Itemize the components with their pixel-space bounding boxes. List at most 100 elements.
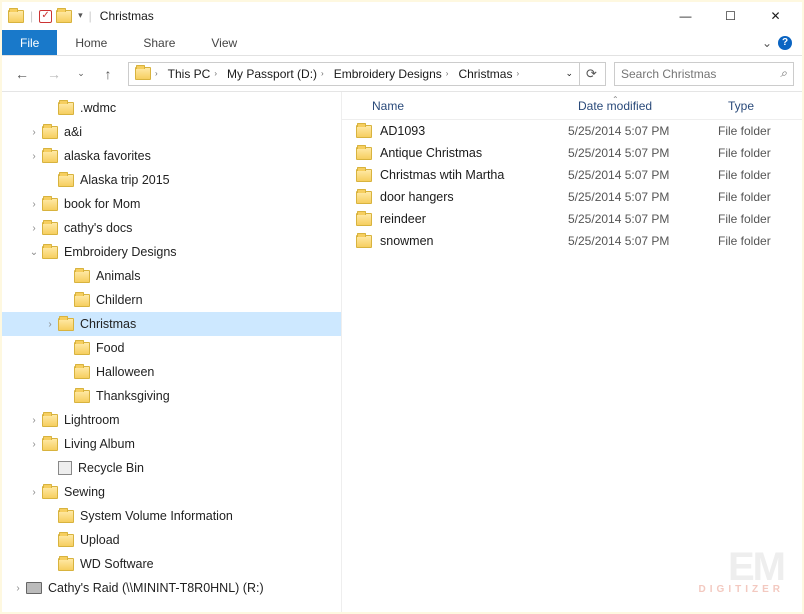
expander-icon[interactable]: › [26,151,42,162]
help-icon[interactable]: ? [778,36,792,50]
tree-item[interactable]: › Christmas [2,312,341,336]
search-box[interactable]: ⌕ [614,62,794,86]
address-dropdown-icon[interactable]: ⌄ [561,63,577,85]
tree-item-label: Animals [96,269,140,283]
ribbon-expand-icon[interactable]: ⌄ [762,36,772,50]
tree-item-label: Thanksgiving [96,389,170,403]
tree-item-label: Christmas [80,317,136,331]
separator: | [30,9,33,23]
tree-item[interactable]: Thanksgiving [2,384,341,408]
expander-icon[interactable]: › [26,487,42,498]
expander-icon[interactable]: › [42,319,58,330]
tab-view[interactable]: View [193,30,255,55]
file-date: 5/25/2014 5:07 PM [568,124,718,138]
tree-item-label: Sewing [64,485,105,499]
tree-item[interactable]: Food [2,336,341,360]
folder-icon [42,126,58,139]
breadcrumb[interactable]: My Passport (D:)› [223,63,328,85]
tree-item-label: System Volume Information [80,509,233,523]
file-row[interactable]: Antique Christmas5/25/2014 5:07 PMFile f… [342,142,802,164]
navigation-pane[interactable]: .wdmc ›a&i›alaska favorites Alaska trip 20… [2,92,342,612]
column-header-type[interactable]: Type [718,99,802,113]
quick-access-folder-icon[interactable] [56,10,72,23]
tree-item[interactable]: Alaska trip 2015 [2,168,341,192]
back-button[interactable]: ← [10,62,34,86]
folder-icon [356,213,372,226]
tree-item-label: book for Mom [64,197,140,211]
drive-icon [26,582,42,594]
file-date: 5/25/2014 5:07 PM [568,168,718,182]
expander-icon[interactable]: ⌄ [26,247,42,258]
tree-item[interactable]: › Sewing [2,480,341,504]
tree-item-label: Alaska trip 2015 [80,173,170,187]
up-button[interactable]: ↑ [96,62,120,86]
tree-item[interactable]: Animals [2,264,341,288]
tree-item[interactable]: › Lightroom [2,408,341,432]
history-dropdown[interactable]: ⌄ [74,62,88,86]
address-row: ← → ⌄ ↑ › This PC› My Passport (D:)› Emb… [2,56,802,92]
search-input[interactable] [621,67,780,81]
file-tab[interactable]: File [2,30,57,55]
file-date: 5/25/2014 5:07 PM [568,212,718,226]
file-list[interactable]: AD10935/25/2014 5:07 PMFile folderAntiqu… [342,120,802,612]
file-row[interactable]: reindeer5/25/2014 5:07 PMFile folder [342,208,802,230]
tree-item[interactable]: ›Cathy's Raid (\\MININT-T8R0HNL) (R:) [2,576,341,600]
column-header-name[interactable]: Name [342,99,568,113]
folder-icon [356,147,372,160]
folder-icon [58,510,74,523]
tree-item-label: WD Software [80,557,154,571]
file-row[interactable]: Christmas wtih Martha5/25/2014 5:07 PMFi… [342,164,802,186]
tab-share[interactable]: Share [125,30,193,55]
file-row[interactable]: door hangers5/25/2014 5:07 PMFile folder [342,186,802,208]
quick-access-properties-icon[interactable]: ✓ [39,10,52,23]
breadcrumb[interactable]: Embroidery Designs› [330,63,453,85]
file-row[interactable]: snowmen5/25/2014 5:07 PMFile folder [342,230,802,252]
expander-icon[interactable]: › [26,415,42,426]
tree-item[interactable]: Recycle Bin [2,456,341,480]
search-icon[interactable]: ⌕ [780,66,787,81]
tree-item[interactable]: › book for Mom [2,192,341,216]
expander-icon[interactable]: › [26,439,42,450]
tree-item[interactable]: ›alaska favorites [2,144,341,168]
folder-icon [42,414,58,427]
tree-item[interactable]: ›a&i [2,120,341,144]
expander-icon[interactable]: › [26,199,42,210]
tree-item[interactable]: Halloween [2,360,341,384]
folder-icon [42,198,58,211]
tree-item[interactable]: WD Software [2,552,341,576]
folder-icon [74,390,90,403]
expander-icon[interactable]: › [26,223,42,234]
tree-item[interactable]: System Volume Information [2,504,341,528]
folder-icon [42,150,58,163]
tree-item-label: Lightroom [64,413,120,427]
file-date: 5/25/2014 5:07 PM [568,146,718,160]
tree-item[interactable]: Childern [2,288,341,312]
tree-item[interactable]: ›cathy's docs [2,216,341,240]
file-name: reindeer [380,212,568,226]
file-type: File folder [718,212,802,226]
breadcrumb-root-icon[interactable]: › [131,63,162,85]
maximize-button[interactable]: ☐ [708,2,753,30]
tree-item[interactable]: .wdmc [2,96,341,120]
folder-icon [74,366,90,379]
tree-item-label: .wdmc [80,101,116,115]
file-row[interactable]: AD10935/25/2014 5:07 PMFile folder [342,120,802,142]
folder-icon [58,174,74,187]
tree-item-label: Food [96,341,125,355]
column-header-date[interactable]: Date modified [568,99,718,113]
breadcrumb[interactable]: This PC› [164,63,221,85]
forward-button[interactable]: → [42,62,66,86]
expander-icon[interactable]: › [26,127,42,138]
minimize-button[interactable]: — [663,2,708,30]
folder-icon [356,191,372,204]
address-bar[interactable]: › This PC› My Passport (D:)› Embroidery … [128,62,606,86]
tree-item[interactable]: Upload [2,528,341,552]
close-button[interactable]: ✕ [753,2,798,30]
expander-icon[interactable]: › [10,583,26,594]
tree-item[interactable]: ⌄Embroidery Designs [2,240,341,264]
quick-access-menu-icon[interactable]: ▾ [78,10,83,21]
refresh-button[interactable]: ⟳ [579,63,603,85]
breadcrumb[interactable]: Christmas› [454,63,523,85]
tree-item[interactable]: ›Living Album [2,432,341,456]
tab-home[interactable]: Home [57,30,125,55]
